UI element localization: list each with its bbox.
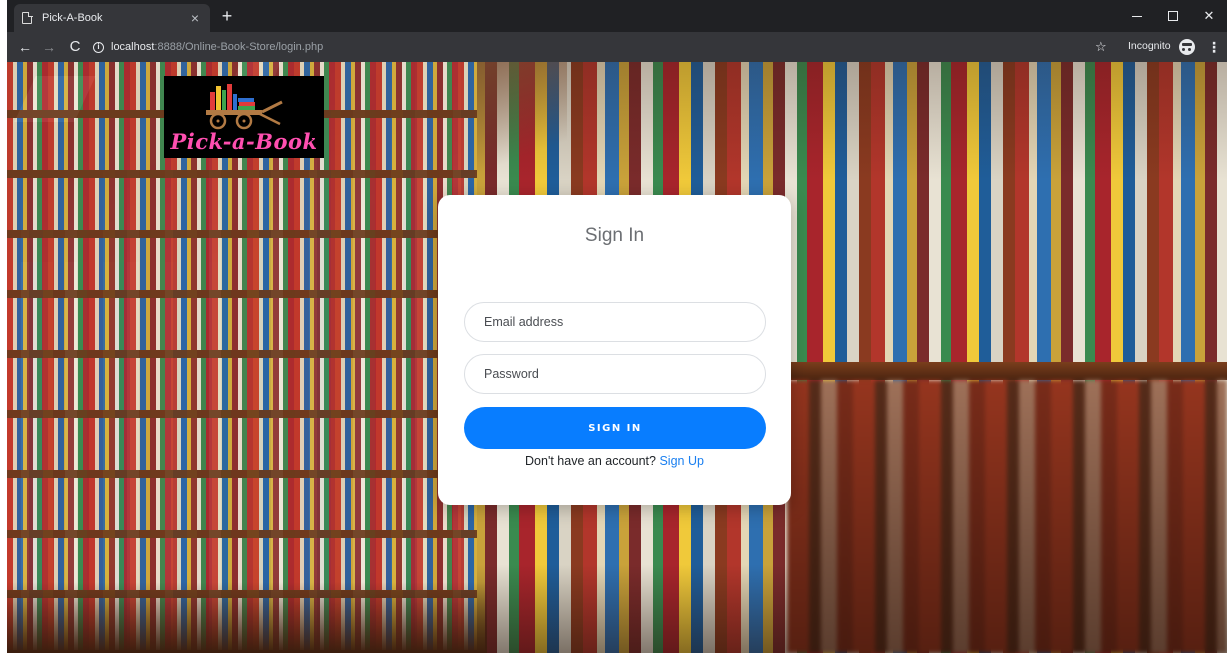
browser-menu-icon[interactable]: ⋮ (1207, 39, 1221, 55)
signin-card: Sign In SIGN IN Don't have an account? S… (438, 195, 791, 505)
password-field[interactable] (464, 354, 766, 394)
tab-close-icon[interactable]: × (188, 11, 202, 25)
window-controls: ✕ (1119, 0, 1227, 32)
page-icon (22, 11, 33, 24)
incognito-label: Incognito (1128, 40, 1171, 52)
browser-tabstrip: Pick-A-Book × + ✕ (0, 0, 1227, 32)
no-account-text: Don't have an account? (525, 454, 656, 468)
address-bar[interactable]: i localhost :8888/Online-Book-Store/logi… (93, 36, 1093, 58)
back-arrow-icon[interactable]: ← (16, 38, 34, 56)
bookmark-star-icon[interactable]: ☆ (1095, 38, 1107, 56)
background-bookshelf-lower (787, 380, 1227, 653)
browser-tab[interactable]: Pick-A-Book × (14, 4, 210, 32)
restore-button[interactable] (1155, 0, 1191, 32)
site-info-icon[interactable]: i (93, 41, 104, 53)
reload-icon[interactable]: C (66, 38, 84, 56)
browser-toolbar: ← → C i localhost :8888/Online-Book-Stor… (0, 32, 1227, 62)
close-window-button[interactable]: ✕ (1191, 0, 1227, 32)
signin-title: Sign In (584, 225, 645, 246)
background-floor (7, 582, 487, 653)
signup-link[interactable]: Sign Up (659, 454, 703, 468)
page-viewport: Pick-a-Book Sign In SIGN IN Don't have a… (7, 62, 1227, 653)
book-cart-icon (206, 84, 283, 130)
minimize-button[interactable] (1119, 0, 1155, 32)
site-logo[interactable]: Pick-a-Book (164, 76, 324, 158)
url-host: localhost (111, 41, 155, 53)
url-path: :8888/Online-Book-Store/login.php (154, 41, 324, 53)
email-field[interactable] (464, 302, 766, 342)
signin-button[interactable]: SIGN IN (464, 407, 766, 449)
signup-prompt: Don't have an account? Sign Up (438, 454, 791, 468)
background-shelf-board (787, 362, 1227, 380)
incognito-icon[interactable] (1179, 39, 1195, 55)
tab-title: Pick-A-Book (42, 12, 103, 24)
new-tab-button[interactable]: + (218, 7, 236, 25)
logo-text: Pick-a-Book (170, 129, 318, 154)
forward-arrow-icon[interactable]: → (40, 38, 58, 56)
